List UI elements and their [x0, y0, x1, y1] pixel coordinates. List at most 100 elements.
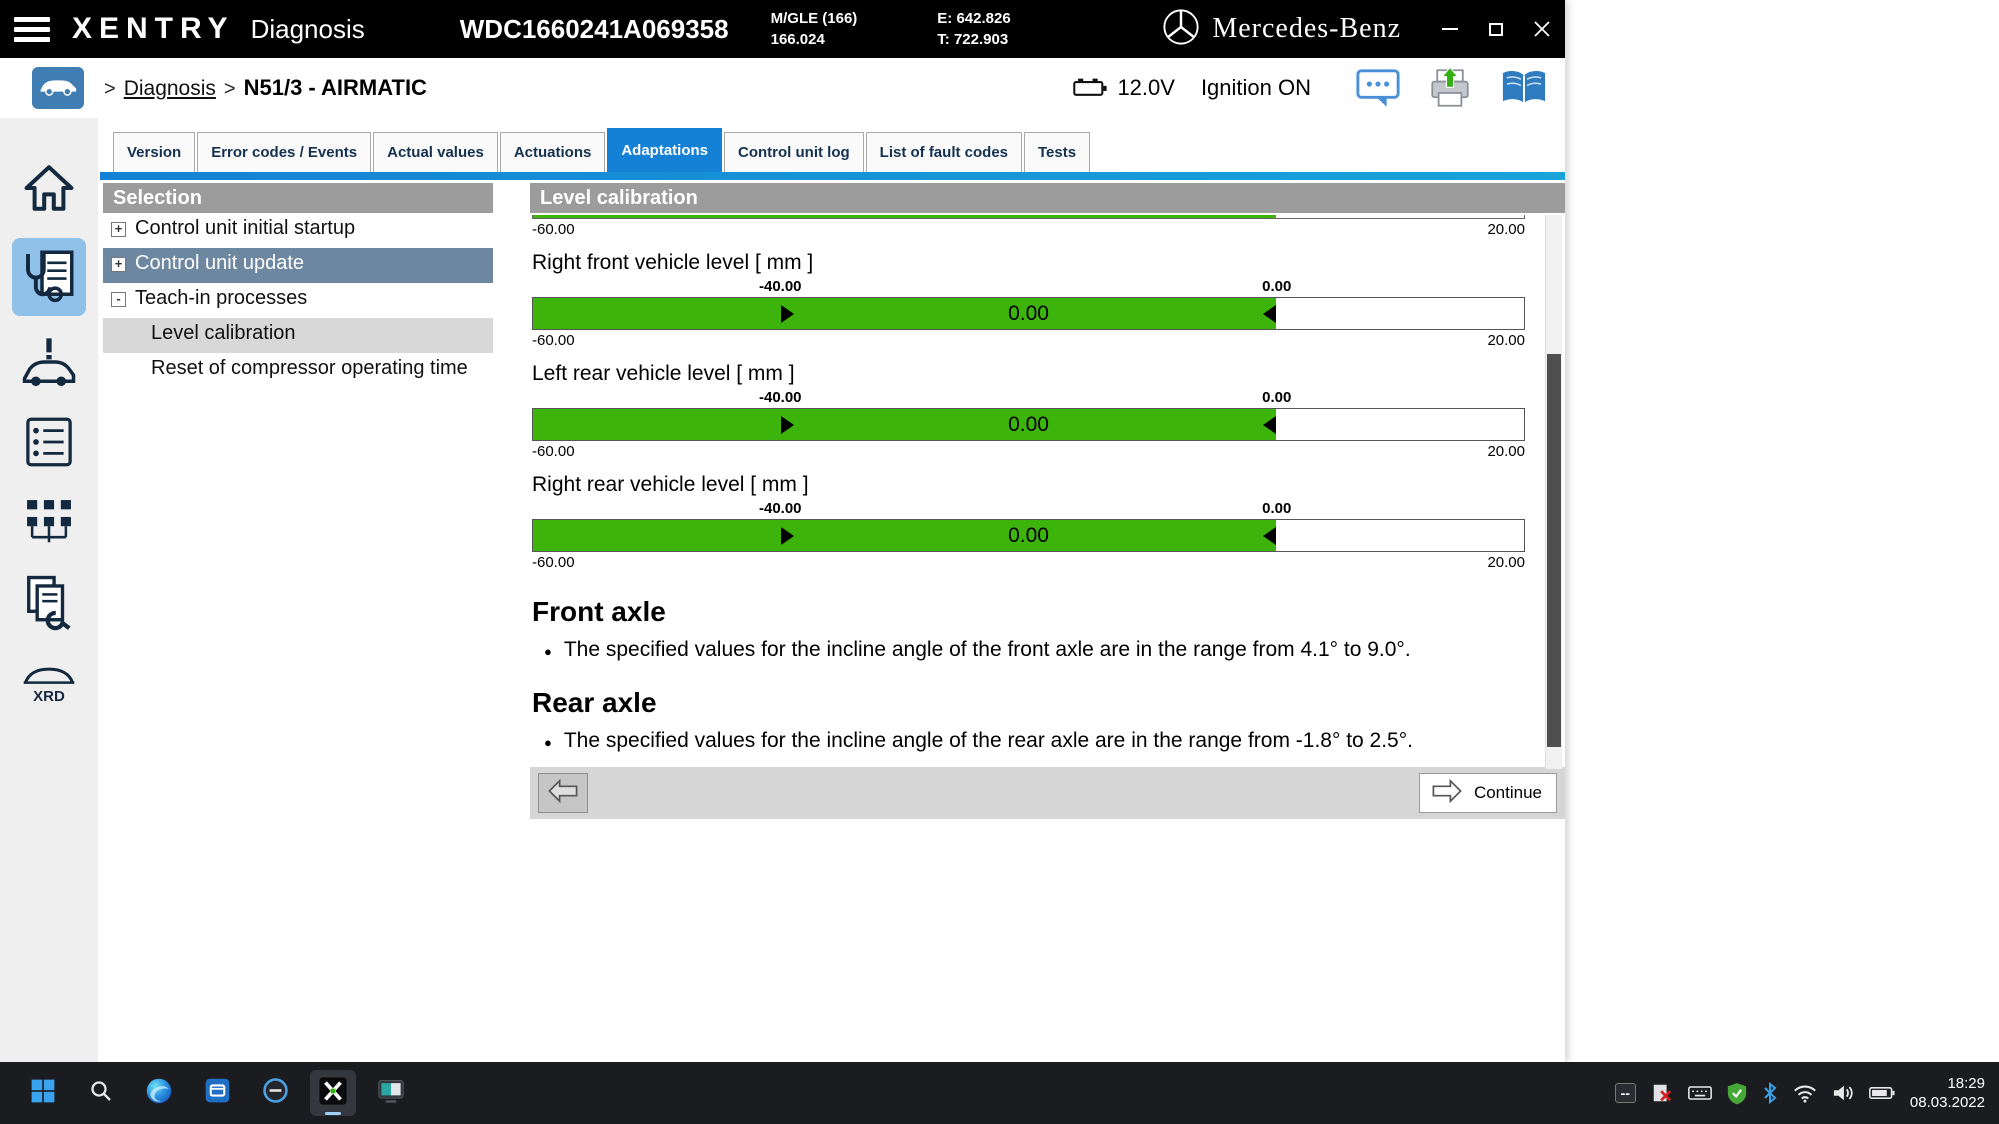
manuals-book-icon[interactable] — [1499, 68, 1549, 108]
back-button[interactable] — [538, 773, 588, 813]
continue-arrow-icon — [1430, 777, 1464, 810]
tray-keyboard-icon[interactable] — [1688, 1083, 1712, 1103]
scrollbar-thumb[interactable] — [1547, 354, 1561, 747]
gauge-title: Right rear vehicle level [ mm ] — [532, 473, 1525, 497]
taskbar-monitor-button[interactable] — [368, 1070, 414, 1116]
windows-taskbar: -- 18:29 08.03.2022 — [0, 1062, 1999, 1124]
marker-left-icon — [1263, 305, 1276, 323]
gauge-right-rear: Right rear vehicle level [ mm ] -40.00 0… — [532, 473, 1525, 571]
hamburger-menu-icon[interactable] — [14, 12, 54, 47]
tray-language-indicator[interactable]: -- — [1615, 1083, 1636, 1103]
gauge-high-marker-label: 0.00 — [1262, 278, 1291, 295]
tree-item-label: Control unit initial startup — [135, 217, 355, 240]
taskbar-edge-button[interactable] — [136, 1070, 182, 1116]
gauge-title: Left rear vehicle level [ mm ] — [532, 362, 1525, 386]
model-line1: M/GLE (166) — [771, 8, 858, 29]
taskbar-search-button[interactable] — [78, 1070, 124, 1116]
gauge-value: 0.00 — [1008, 413, 1049, 437]
tab-control-unit-log[interactable]: Control unit log — [724, 132, 864, 172]
tab-tests[interactable]: Tests — [1024, 132, 1090, 172]
sidebar-item-control-units[interactable] — [12, 492, 86, 556]
edge-browser-icon — [145, 1077, 173, 1110]
tab-bar: Version Error codes / Events Actual valu… — [100, 118, 1565, 172]
clock-date: 08.03.2022 — [1910, 1093, 1985, 1113]
selection-tree: + Control unit initial startup + Control… — [103, 213, 493, 388]
section-heading: Rear axle — [532, 687, 1525, 719]
tab-version[interactable]: Version — [113, 132, 195, 172]
gauge-title: Right front vehicle level [ mm ] — [532, 251, 1525, 275]
sidebar-item-workshop-data[interactable] — [12, 572, 86, 636]
tree-item-reset-compressor[interactable]: Reset of compressor operating time — [103, 353, 493, 388]
gauge-max-label: 20.00 — [1487, 554, 1525, 571]
tree-item-label: Reset of compressor operating time — [151, 357, 468, 380]
breadcrumb-link-diagnosis[interactable]: Diagnosis — [124, 77, 216, 101]
sidebar-item-home[interactable] — [12, 158, 86, 222]
continue-button[interactable]: Continue — [1419, 773, 1557, 813]
start-button[interactable] — [20, 1070, 66, 1116]
gauge-max-label: 20.00 — [1487, 221, 1525, 238]
close-button[interactable] — [1519, 0, 1565, 58]
maximize-button[interactable] — [1473, 0, 1519, 58]
sidebar-item-actual-values[interactable] — [12, 412, 86, 476]
gauge-high-marker-label: 0.00 — [1262, 500, 1291, 517]
vertical-scrollbar[interactable] — [1545, 215, 1562, 769]
messages-icon[interactable] — [1355, 67, 1401, 109]
taskbar-clock[interactable]: 18:29 08.03.2022 — [1910, 1074, 1985, 1113]
gauge-value: 0.00 — [1008, 302, 1049, 326]
gauge-bar: 0.00 — [532, 519, 1525, 552]
gauge-min-label: -60.00 — [532, 332, 575, 349]
marker-left-icon — [1263, 527, 1276, 545]
engine-code: E: 642.826 — [937, 8, 1010, 29]
tray-wifi-icon[interactable] — [1793, 1084, 1817, 1103]
marker-right-icon — [781, 416, 794, 434]
tray-battery-icon[interactable] — [1869, 1085, 1895, 1101]
expander-plus-icon[interactable]: + — [111, 222, 126, 237]
xentry-logo: XENTRY — [72, 12, 235, 46]
car-warning-icon — [21, 336, 77, 393]
tab-actuations[interactable]: Actuations — [500, 132, 606, 172]
expander-plus-icon[interactable]: + — [111, 257, 126, 272]
car-icon — [38, 75, 78, 102]
taskbar-app-blue-button[interactable] — [194, 1070, 240, 1116]
tab-actual-values[interactable]: Actual values — [373, 132, 498, 172]
xentry-app-icon — [318, 1076, 348, 1111]
tray-volume-icon[interactable] — [1832, 1083, 1854, 1103]
expander-minus-icon[interactable]: - — [111, 292, 126, 307]
tab-error-codes[interactable]: Error codes / Events — [197, 132, 371, 172]
tree-item-teach-in-processes[interactable]: - Teach-in processes — [103, 283, 493, 318]
gauge-bar: 0.00 — [532, 297, 1525, 330]
engine-transmission-block: E: 642.826 T: 722.903 — [937, 8, 1010, 50]
tab-adaptations[interactable]: Adaptations — [607, 128, 722, 172]
titlebar: XENTRY Diagnosis WDC1660241A069358 M/GLE… — [0, 0, 1565, 58]
battery-icon — [1073, 77, 1107, 99]
section-front-axle: Front axle ● The specified values for th… — [532, 596, 1525, 662]
tray-app-error-icon[interactable] — [1651, 1082, 1673, 1104]
breadcrumb-current: N51/3 - AIRMATIC — [244, 75, 427, 101]
sidebar-item-xrd[interactable]: XRD — [12, 652, 86, 716]
brand: Mercedes-Benz — [1162, 8, 1401, 51]
transmission-code: T: 722.903 — [937, 29, 1010, 50]
tray-bluetooth-icon[interactable] — [1762, 1082, 1778, 1104]
tree-item-control-unit-initial-startup[interactable]: + Control unit initial startup — [103, 213, 493, 248]
gauge-max-label: 20.00 — [1487, 443, 1525, 460]
taskbar-status-circle-button[interactable] — [252, 1070, 298, 1116]
brand-name: Mercedes-Benz — [1212, 13, 1401, 45]
gauge-bar: 0.00 — [532, 408, 1525, 441]
marker-left-icon — [1263, 416, 1276, 434]
sidebar-item-quick-test[interactable] — [12, 332, 86, 396]
export-print-icon[interactable] — [1427, 66, 1473, 110]
gauge-value: 0.00 — [1008, 524, 1049, 548]
tab-list-of-fault-codes[interactable]: List of fault codes — [866, 132, 1022, 172]
gauge-low-marker-label: -40.00 — [759, 278, 802, 295]
tree-item-control-unit-update[interactable]: + Control unit update — [103, 248, 493, 283]
tray-shield-icon[interactable] — [1727, 1082, 1747, 1105]
section-text: The specified values for the incline ang… — [564, 638, 1411, 662]
minimize-button[interactable] — [1427, 0, 1473, 58]
tree-item-level-calibration[interactable]: Level calibration — [103, 318, 493, 353]
breadcrumb-sep2: > — [224, 78, 236, 101]
vehicle-button[interactable] — [32, 67, 84, 109]
taskbar-xentry-button[interactable] — [310, 1070, 356, 1116]
sidebar-item-diagnosis[interactable] — [12, 238, 86, 316]
vehicle-vin: WDC1660241A069358 — [460, 14, 729, 45]
continue-label: Continue — [1474, 783, 1542, 803]
